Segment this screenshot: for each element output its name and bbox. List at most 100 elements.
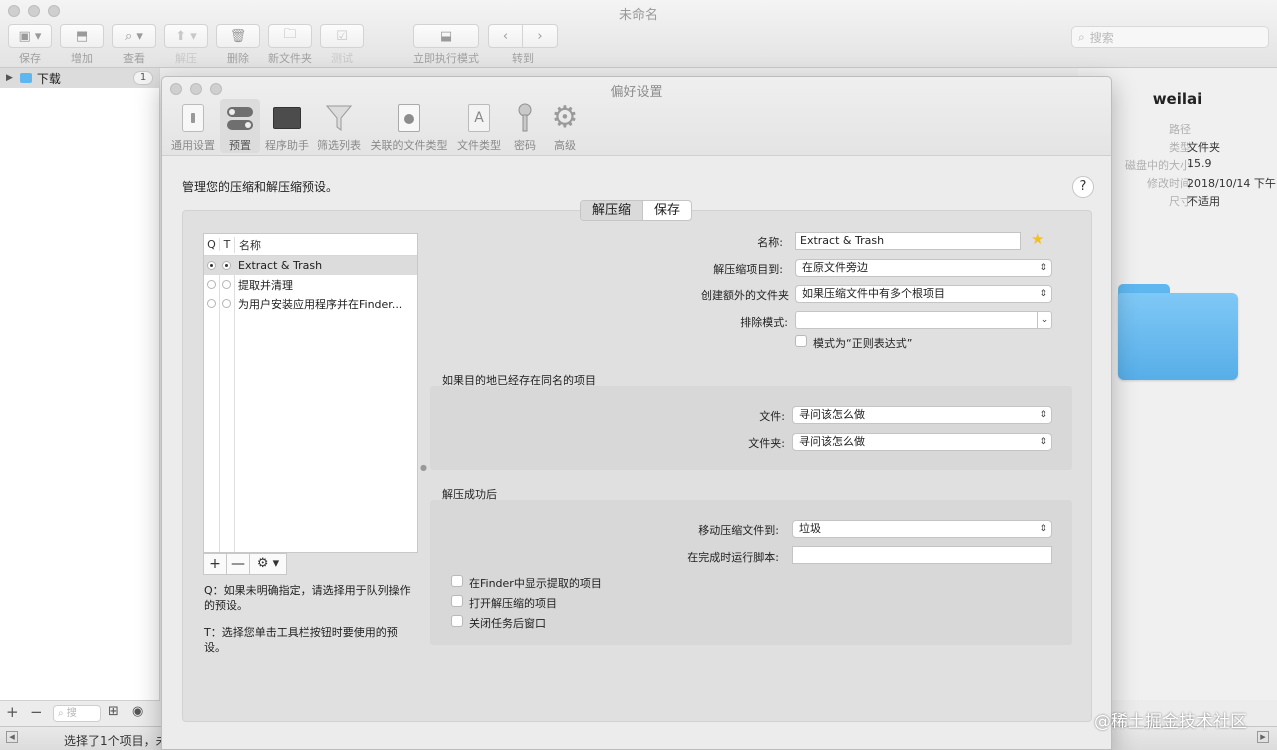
save-label: 保存 (19, 52, 41, 65)
preview-icon[interactable]: ◉ (132, 704, 143, 719)
tab-presets[interactable]: 预置 (220, 99, 260, 153)
tab-general[interactable]: 通用设置 (170, 101, 216, 153)
show-in-finder-checkbox[interactable] (451, 575, 463, 587)
open-extracted-label: 打开解压缩的项目 (469, 597, 557, 610)
close-window-checkbox[interactable] (451, 615, 463, 627)
preset-name: 提取并清理 (238, 278, 293, 292)
tab-label: 高级 (554, 139, 576, 152)
help-button[interactable]: ? (1072, 176, 1094, 198)
favorite-star-icon[interactable]: ★ (1031, 230, 1044, 248)
document-icon (392, 101, 426, 135)
view-icon[interactable]: ⌕ ▾ (112, 24, 156, 48)
chevron-updown-icon: ⇕ (1039, 289, 1047, 299)
mode-segmented-control: 解压缩 保存 (580, 200, 693, 221)
delete-label: 删除 (227, 52, 249, 65)
column-name[interactable]: 名称 (234, 236, 261, 253)
toolbar-radio[interactable] (222, 280, 231, 289)
tab-associated-types[interactable]: 关联的文件类型 (368, 101, 450, 153)
save-tool[interactable]: ▣ ▾ 保存 (8, 24, 52, 66)
queue-radio[interactable] (207, 280, 216, 289)
file-conflict-value: 寻问该怎么做 (799, 408, 865, 421)
remove-preset-button[interactable]: — (227, 554, 250, 574)
extra-folder-select[interactable]: 如果压缩文件中有多个根项目 ⇕ (795, 285, 1052, 303)
segment-save[interactable]: 保存 (643, 201, 691, 220)
list-view-icon[interactable]: ⊞ (108, 704, 119, 719)
back-icon[interactable]: ‹ (488, 24, 523, 48)
tab-advanced[interactable]: ⚙ 高级 (548, 101, 582, 153)
toolbar-radio[interactable] (222, 299, 231, 308)
close-window-label: 关闭任务后窗口 (469, 617, 546, 630)
segment-extract[interactable]: 解压缩 (581, 201, 644, 220)
key-icon (508, 101, 542, 135)
add-preset-button[interactable]: + (204, 554, 227, 574)
forward-icon[interactable]: › (523, 24, 558, 48)
column-t[interactable]: T (219, 238, 234, 251)
show-in-finder-label: 在Finder中显示提取的项目 (469, 577, 602, 590)
extract-icon[interactable]: ⬆ ▾ (164, 24, 208, 48)
queue-radio[interactable] (207, 299, 216, 308)
toolbar-radio[interactable] (222, 261, 231, 270)
add-icon[interactable]: + (6, 703, 19, 721)
trash-icon[interactable]: 🗑 (216, 24, 260, 48)
preset-row[interactable]: 提取并清理 (204, 275, 417, 294)
add-icon[interactable]: ⬒ (60, 24, 104, 48)
run-mode-icon[interactable]: ⬓ (413, 24, 479, 48)
toggle-info-icon[interactable]: ▸ (1257, 731, 1269, 743)
run-mode-tool[interactable]: ⬓ 立即执行模式 (413, 24, 479, 66)
add-tool[interactable]: ⬒ 增加 (60, 24, 104, 66)
chevron-updown-icon: ⇕ (1039, 437, 1047, 447)
regex-label: 模式为“正则表达式” (813, 337, 913, 350)
column-q[interactable]: Q (204, 238, 219, 251)
document-type-icon: A (462, 101, 496, 135)
tab-helper[interactable]: 程序助手 (262, 101, 312, 153)
q-note: Q：如果未明确指定，请选择用于队列操作的预设。 (204, 584, 411, 612)
preset-actions-button[interactable]: ⚙ ▾ (250, 554, 286, 574)
exclude-combo[interactable]: ⌄ (795, 311, 1052, 329)
extract-label: 解压 (175, 52, 197, 65)
disclosure-triangle-icon[interactable]: ▶ (6, 73, 13, 83)
test-icon[interactable]: ☑ (320, 24, 364, 48)
queue-radio[interactable] (207, 261, 216, 270)
goto-tool[interactable]: ‹ › 转到 (488, 24, 558, 66)
sidebar-search-input[interactable]: ⌕ 搜 (53, 705, 101, 722)
tab-label: 程序助手 (265, 139, 309, 152)
sidebar: ▶ 下载 1 (0, 68, 160, 700)
new-folder-tool[interactable]: 🗀 新文件夹 (268, 24, 312, 66)
name-field[interactable]: Extract & Trash (795, 232, 1021, 250)
preset-row[interactable]: Extract & Trash (204, 256, 417, 275)
move-archive-value: 垃圾 (799, 522, 821, 535)
view-tool[interactable]: ⌕ ▾ 查看 (112, 24, 156, 66)
new-folder-icon[interactable]: 🗀 (268, 24, 312, 48)
move-archive-select[interactable]: 垃圾 ⇕ (792, 520, 1052, 538)
extract-to-select[interactable]: 在原文件旁边 ⇕ (795, 259, 1052, 277)
toggles-icon (223, 101, 257, 135)
t-note: T：选择您单击工具栏按钮时要使用的预设。 (204, 626, 398, 654)
file-conflict-select[interactable]: 寻问该怎么做 ⇕ (792, 406, 1052, 424)
extract-tool[interactable]: ⬆ ▾ 解压 (164, 24, 208, 66)
tab-file-types[interactable]: A 文件类型 (454, 101, 504, 153)
preferences-title: 偏好设置 (610, 85, 663, 100)
save-icon[interactable]: ▣ ▾ (8, 24, 52, 48)
folder-conflict-value: 寻问该怎么做 (799, 435, 865, 448)
run-script-field[interactable] (792, 546, 1052, 564)
remove-icon[interactable]: − (30, 703, 43, 721)
folder-conflict-select[interactable]: 寻问该怎么做 ⇕ (792, 433, 1052, 451)
tab-label: 文件类型 (457, 139, 501, 152)
sidebar-item-downloads[interactable]: ▶ 下载 1 (0, 68, 159, 88)
folder-icon (19, 73, 32, 83)
preset-row[interactable]: 为用户安装应用程序并在Finder... (204, 294, 417, 313)
tab-password[interactable]: 密码 (508, 101, 542, 153)
toggle-sidebar-icon[interactable]: ◂ (6, 731, 18, 743)
search-field[interactable]: ⌕ 搜索 (1071, 26, 1269, 48)
tab-label: 通用设置 (171, 139, 215, 152)
info-value: 2018/10/14 下午 (1187, 177, 1276, 190)
tab-filter-list[interactable]: 筛选列表 (314, 101, 364, 153)
count-badge: 1 (133, 71, 153, 85)
chevron-down-icon[interactable]: ⌄ (1037, 312, 1051, 328)
regex-checkbox[interactable] (795, 335, 807, 347)
run-mode-label: 立即执行模式 (413, 52, 479, 65)
test-tool[interactable]: ☑ 测试 (320, 24, 364, 66)
open-extracted-checkbox[interactable] (451, 595, 463, 607)
delete-tool[interactable]: 🗑 删除 (216, 24, 260, 66)
splitter-handle-icon[interactable]: ● (420, 463, 427, 472)
